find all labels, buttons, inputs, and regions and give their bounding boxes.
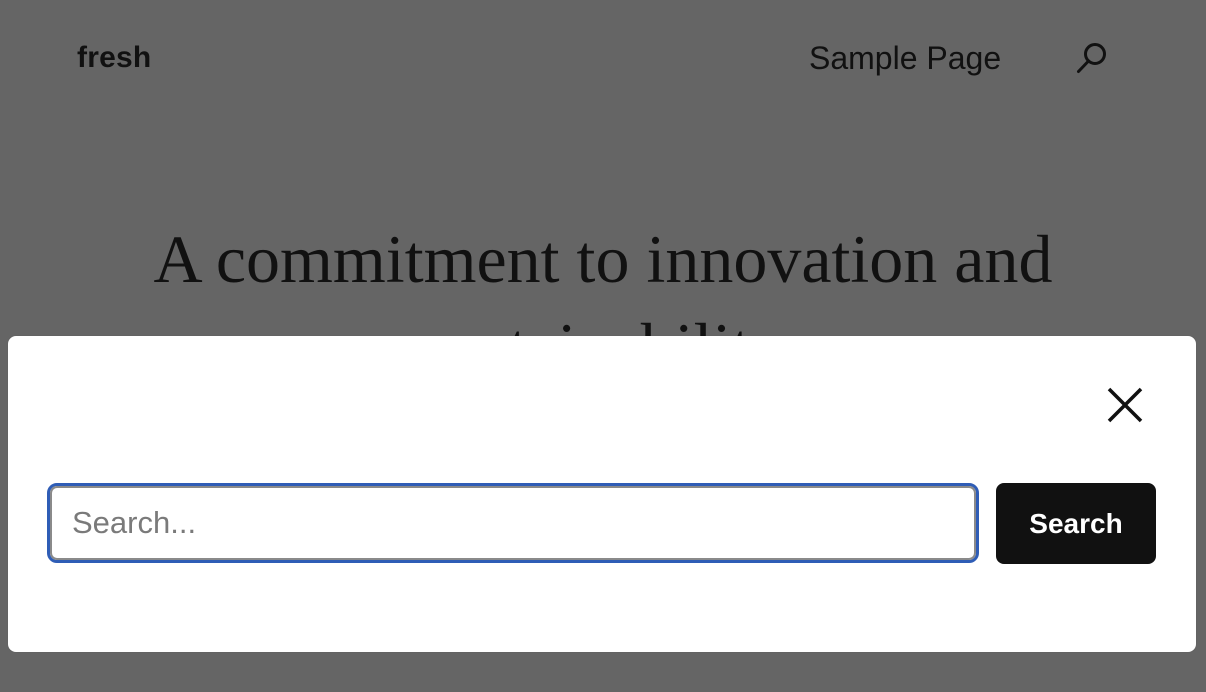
site-title[interactable]: fresh xyxy=(77,40,151,76)
search-modal: Search xyxy=(8,336,1196,652)
close-icon xyxy=(1107,387,1143,423)
nav-item-sample-page[interactable]: Sample Page xyxy=(809,40,1001,76)
site-header: fresh Sample Page xyxy=(0,0,1206,120)
close-button[interactable] xyxy=(1100,380,1150,430)
search-submit-button[interactable]: Search xyxy=(996,483,1156,564)
search-input[interactable] xyxy=(47,483,979,563)
search-icon[interactable] xyxy=(1074,40,1110,76)
